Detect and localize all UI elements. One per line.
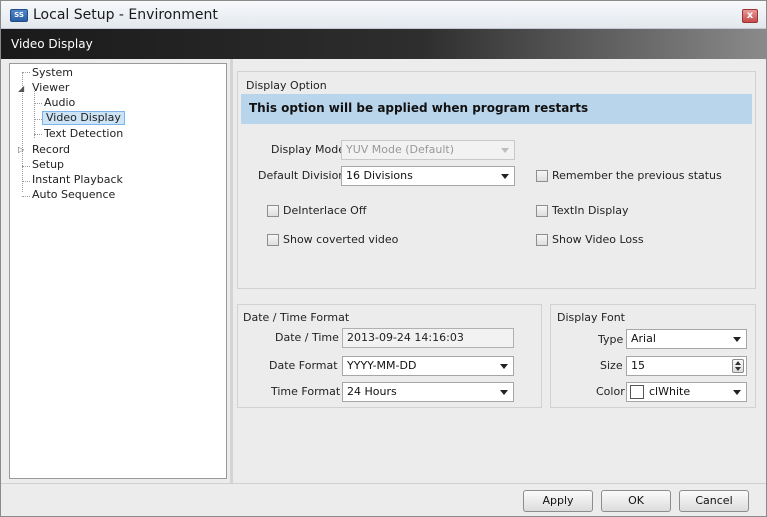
textin-display-label: TextIn Display <box>552 204 629 217</box>
display-option-title: Display Option <box>246 79 327 92</box>
restart-notice-text: This option will be applied when program… <box>249 101 589 115</box>
font-color-label: Color <box>596 385 625 398</box>
chevron-down-icon <box>733 390 741 395</box>
date-time-label: Date / Time <box>275 331 339 344</box>
display-font-title: Display Font <box>557 311 625 324</box>
remember-previous-status-label: Remember the previous status <box>552 169 722 182</box>
ok-button[interactable]: OK <box>601 490 671 512</box>
tree-connector <box>34 103 42 104</box>
color-swatch <box>630 385 644 399</box>
collapse-arrow-icon[interactable]: ◢ <box>18 84 24 93</box>
show-converted-video-checkbox[interactable] <box>267 234 279 246</box>
window-title: Local Setup - Environment <box>33 7 218 23</box>
time-format-value: 24 Hours <box>347 385 397 398</box>
tree-item-text-detection[interactable]: Text Detection <box>44 127 123 141</box>
show-video-loss-label: Show Video Loss <box>552 233 644 246</box>
tree-connector <box>34 134 42 135</box>
display-mode-value: YUV Mode (Default) <box>346 143 455 156</box>
default-division-select[interactable]: 16 Divisions <box>341 166 515 186</box>
tree-connector <box>34 91 35 138</box>
spin-up-down-icon[interactable] <box>732 359 744 373</box>
chevron-down-icon <box>501 174 509 179</box>
date-format-select[interactable]: YYYY-MM-DD <box>342 356 514 376</box>
font-type-label: Type <box>598 333 624 346</box>
settings-tree: System ◢ Viewer Audio Video Display Text… <box>9 63 227 479</box>
datetime-format-title: Date / Time Format <box>243 311 350 324</box>
tree-item-record[interactable]: Record <box>32 143 70 157</box>
chevron-down-icon <box>500 364 508 369</box>
expand-arrow-icon[interactable]: ▷ <box>18 145 24 154</box>
tree-item-viewer[interactable]: Viewer <box>32 81 69 95</box>
local-setup-window: SS Local Setup - Environment x Video Dis… <box>0 0 767 517</box>
tree-connector <box>22 196 30 197</box>
font-size-spinner[interactable]: 15 <box>626 356 747 376</box>
tree-item-system[interactable]: System <box>32 66 73 80</box>
tree-item-video-display[interactable]: Video Display <box>42 111 125 125</box>
close-button[interactable]: x <box>742 9 758 23</box>
display-mode-label: Display Mode <box>271 143 346 156</box>
chevron-down-icon <box>733 337 741 342</box>
font-type-value: Arial <box>631 332 656 345</box>
font-size-value: 15 <box>631 359 645 372</box>
tree-item-instant-playback[interactable]: Instant Playback <box>32 173 123 187</box>
tree-connector <box>34 119 42 120</box>
tree-item-setup[interactable]: Setup <box>32 158 64 172</box>
show-video-loss-checkbox[interactable] <box>536 234 548 246</box>
textin-display-checkbox[interactable] <box>536 205 548 217</box>
default-division-label: Default Division <box>258 169 346 182</box>
font-color-value: clWhite <box>649 385 691 398</box>
tree-connector <box>22 72 30 73</box>
remember-previous-status-checkbox[interactable] <box>536 170 548 182</box>
time-format-label: Time Format <box>271 385 341 398</box>
date-format-value: YYYY-MM-DD <box>347 359 417 372</box>
display-mode-select: YUV Mode (Default) <box>341 140 515 160</box>
restart-notice-bar: This option will be applied when program… <box>241 94 752 124</box>
apply-button[interactable]: Apply <box>523 490 593 512</box>
default-division-value: 16 Divisions <box>346 169 413 182</box>
date-time-display: 2013-09-24 14:16:03 <box>342 328 514 348</box>
tree-item-audio[interactable]: Audio <box>44 96 75 110</box>
title-bar[interactable]: SS Local Setup - Environment x <box>1 1 766 29</box>
tree-item-auto-sequence[interactable]: Auto Sequence <box>32 188 115 202</box>
time-format-select[interactable]: 24 Hours <box>342 382 514 402</box>
date-format-label: Date Format <box>269 359 338 372</box>
font-color-select[interactable]: clWhite <box>626 382 747 402</box>
cancel-button[interactable]: Cancel <box>679 490 749 512</box>
chevron-down-icon <box>500 390 508 395</box>
tree-connector <box>22 181 30 182</box>
section-header: Video Display <box>1 29 766 59</box>
font-type-select[interactable]: Arial <box>626 329 747 349</box>
font-size-label: Size <box>600 359 623 372</box>
show-converted-video-label: Show coverted video <box>283 233 399 246</box>
tree-connector <box>22 166 30 167</box>
deinterlace-off-checkbox[interactable] <box>267 205 279 217</box>
section-header-title: Video Display <box>11 37 93 51</box>
date-time-value: 2013-09-24 14:16:03 <box>347 331 464 344</box>
chevron-down-icon <box>501 148 509 153</box>
app-icon: SS <box>10 9 28 22</box>
deinterlace-off-label: DeInterlace Off <box>283 204 367 217</box>
